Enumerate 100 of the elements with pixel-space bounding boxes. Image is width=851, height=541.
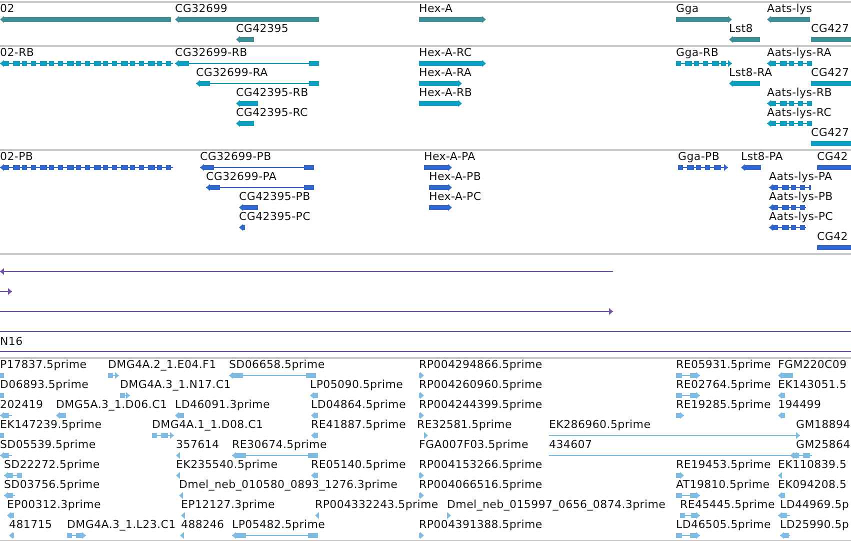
- feature-glyph[interactable]: [817, 244, 851, 251]
- feature-glyph[interactable]: [729, 36, 760, 43]
- feature-glyph[interactable]: [676, 60, 732, 67]
- feature-label: Hex-A-RB: [419, 87, 472, 99]
- feature-label: AT19810.5prime: [676, 479, 770, 491]
- feature-label: 02: [0, 3, 14, 15]
- feature-label: CG42395-PC: [239, 211, 310, 223]
- feature-label: RP004244399.5prime: [419, 399, 542, 411]
- feature-label: EK094208.5: [778, 479, 847, 491]
- feature-label: RP004066516.5prime: [419, 479, 542, 491]
- feature-label: CG42395: [236, 23, 289, 35]
- feature-glyph[interactable]: [429, 204, 452, 211]
- feature-label: Gga-PB: [678, 151, 720, 163]
- feature-glyph[interactable]: [196, 80, 319, 87]
- feature-label: Hex-A-PA: [424, 151, 476, 163]
- feature-glyph[interactable]: [239, 224, 245, 231]
- feature-glyph[interactable]: [419, 100, 462, 107]
- feature-glyph[interactable]: [419, 60, 486, 67]
- feature-glyph[interactable]: [0, 288, 12, 295]
- feature-label: SD22272.5prime: [4, 459, 100, 471]
- feature-label: D06893.5prime: [0, 379, 89, 391]
- feature-label: DMG4A.2_1.E04.F1: [108, 359, 216, 371]
- feature-label: FGA007F03.5prime: [419, 439, 528, 451]
- feature-glyph[interactable]: [175, 60, 319, 67]
- feature-label: Gga-RB: [676, 47, 719, 59]
- feature-glyph[interactable]: [200, 164, 314, 171]
- feature-label: 434607: [549, 439, 592, 451]
- feature-glyph[interactable]: [767, 16, 810, 23]
- feature-label: CG32699-RB: [175, 47, 248, 59]
- feature-label: Lst8-PA: [741, 151, 783, 163]
- feature-glyph[interactable]: [419, 80, 462, 87]
- feature-glyph[interactable]: [769, 204, 806, 211]
- feature-glyph[interactable]: [811, 36, 851, 43]
- feature-label: RE41887.5prime: [311, 419, 406, 431]
- feature-glyph[interactable]: [817, 164, 851, 171]
- feature-glyph[interactable]: [0, 164, 173, 171]
- feature-label: RE05931.5prime: [676, 359, 771, 371]
- feature-label: LD46091.3prime: [175, 399, 270, 411]
- feature-label: CG32699-PA: [206, 171, 277, 183]
- feature-label: GM25864: [796, 439, 850, 451]
- feature-glyph[interactable]: [0, 268, 613, 275]
- feature-label: 357614: [176, 439, 220, 451]
- feature-glyph[interactable]: [0, 60, 173, 67]
- feature-label: EP12127.3prime: [181, 499, 275, 511]
- feature-glyph[interactable]: [239, 204, 258, 211]
- feature-glyph[interactable]: [0, 308, 613, 315]
- feature-label: RP004153266.5prime: [419, 459, 542, 471]
- feature-label: SD03756.5prime: [4, 479, 100, 491]
- feature-label: Aats-lys-RB: [767, 87, 832, 99]
- feature-glyph[interactable]: [678, 164, 728, 171]
- feature-label: RP004260960.5prime: [419, 379, 542, 391]
- feature-glyph[interactable]: [769, 184, 811, 191]
- feature-label: CG42395-PB: [239, 191, 310, 203]
- feature-glyph[interactable]: [0, 328, 851, 335]
- feature-label: SD05539.5prime: [0, 439, 96, 451]
- feature-glyph[interactable]: [206, 184, 314, 191]
- feature-label: DMG4A.3_1.L23.C1: [67, 519, 176, 531]
- feature-label: P17837.5prime: [0, 359, 87, 371]
- feature-label: EP00312.3prime: [7, 499, 101, 511]
- feature-glyph[interactable]: [0, 16, 171, 23]
- feature-glyph[interactable]: [236, 100, 258, 107]
- feature-glyph[interactable]: [769, 224, 806, 231]
- feature-glyph[interactable]: [811, 140, 851, 147]
- feature-label: Dmel_neb_015997_0656_0874.3prime: [447, 499, 666, 511]
- feature-glyph[interactable]: [175, 16, 319, 23]
- feature-glyph[interactable]: [729, 80, 760, 87]
- feature-label: RP004391388.5prime: [419, 519, 542, 531]
- feature-label: 481715: [9, 519, 52, 531]
- feature-label: Lst8-RA: [729, 67, 772, 79]
- feature-glyph[interactable]: [741, 164, 761, 171]
- feature-glyph[interactable]: [236, 36, 254, 43]
- feature-glyph[interactable]: [424, 164, 452, 171]
- feature-label: DMG4A.1_1.D08.C1: [152, 419, 264, 431]
- feature-label: RE19285.5prime: [676, 399, 771, 411]
- feature-label: RE30674.5prime: [232, 439, 327, 451]
- feature-label: N16: [0, 336, 23, 348]
- feature-glyph[interactable]: [419, 16, 486, 23]
- feature-label: CG427: [811, 67, 850, 79]
- feature-label: EK235540.5prime: [176, 459, 278, 471]
- feature-label: EK147239.5prime: [0, 419, 102, 431]
- feature-glyph[interactable]: [811, 80, 851, 87]
- feature-glyph[interactable]: [767, 120, 812, 127]
- feature-glyph[interactable]: [767, 60, 812, 67]
- feature-glyph[interactable]: [236, 120, 254, 127]
- feature-label: 02-PB: [0, 151, 34, 163]
- feature-label: Hex-A-PC: [429, 191, 482, 203]
- feature-label: Aats-lys-PA: [769, 171, 832, 183]
- feature-glyph[interactable]: [676, 16, 732, 23]
- feature-label: DMG4A.3_1.N17.C1: [120, 379, 231, 391]
- feature-glyph[interactable]: [767, 100, 812, 107]
- feature-label: LD46505.5prime: [676, 519, 771, 531]
- feature-glyph[interactable]: [0, 348, 851, 355]
- feature-glyph[interactable]: [429, 184, 452, 191]
- feature-label: CG42395-RB: [236, 87, 308, 99]
- feature-label: DMG5A.3_1.D06.C1: [56, 399, 168, 411]
- feature-label: SD06658.5prime: [229, 359, 325, 371]
- feature-label: CG32699: [175, 3, 228, 15]
- feature-label: CG32699-PB: [200, 151, 272, 163]
- feature-label: Aats-lys-PB: [769, 191, 833, 203]
- feature-label: CG32699-RA: [196, 67, 268, 79]
